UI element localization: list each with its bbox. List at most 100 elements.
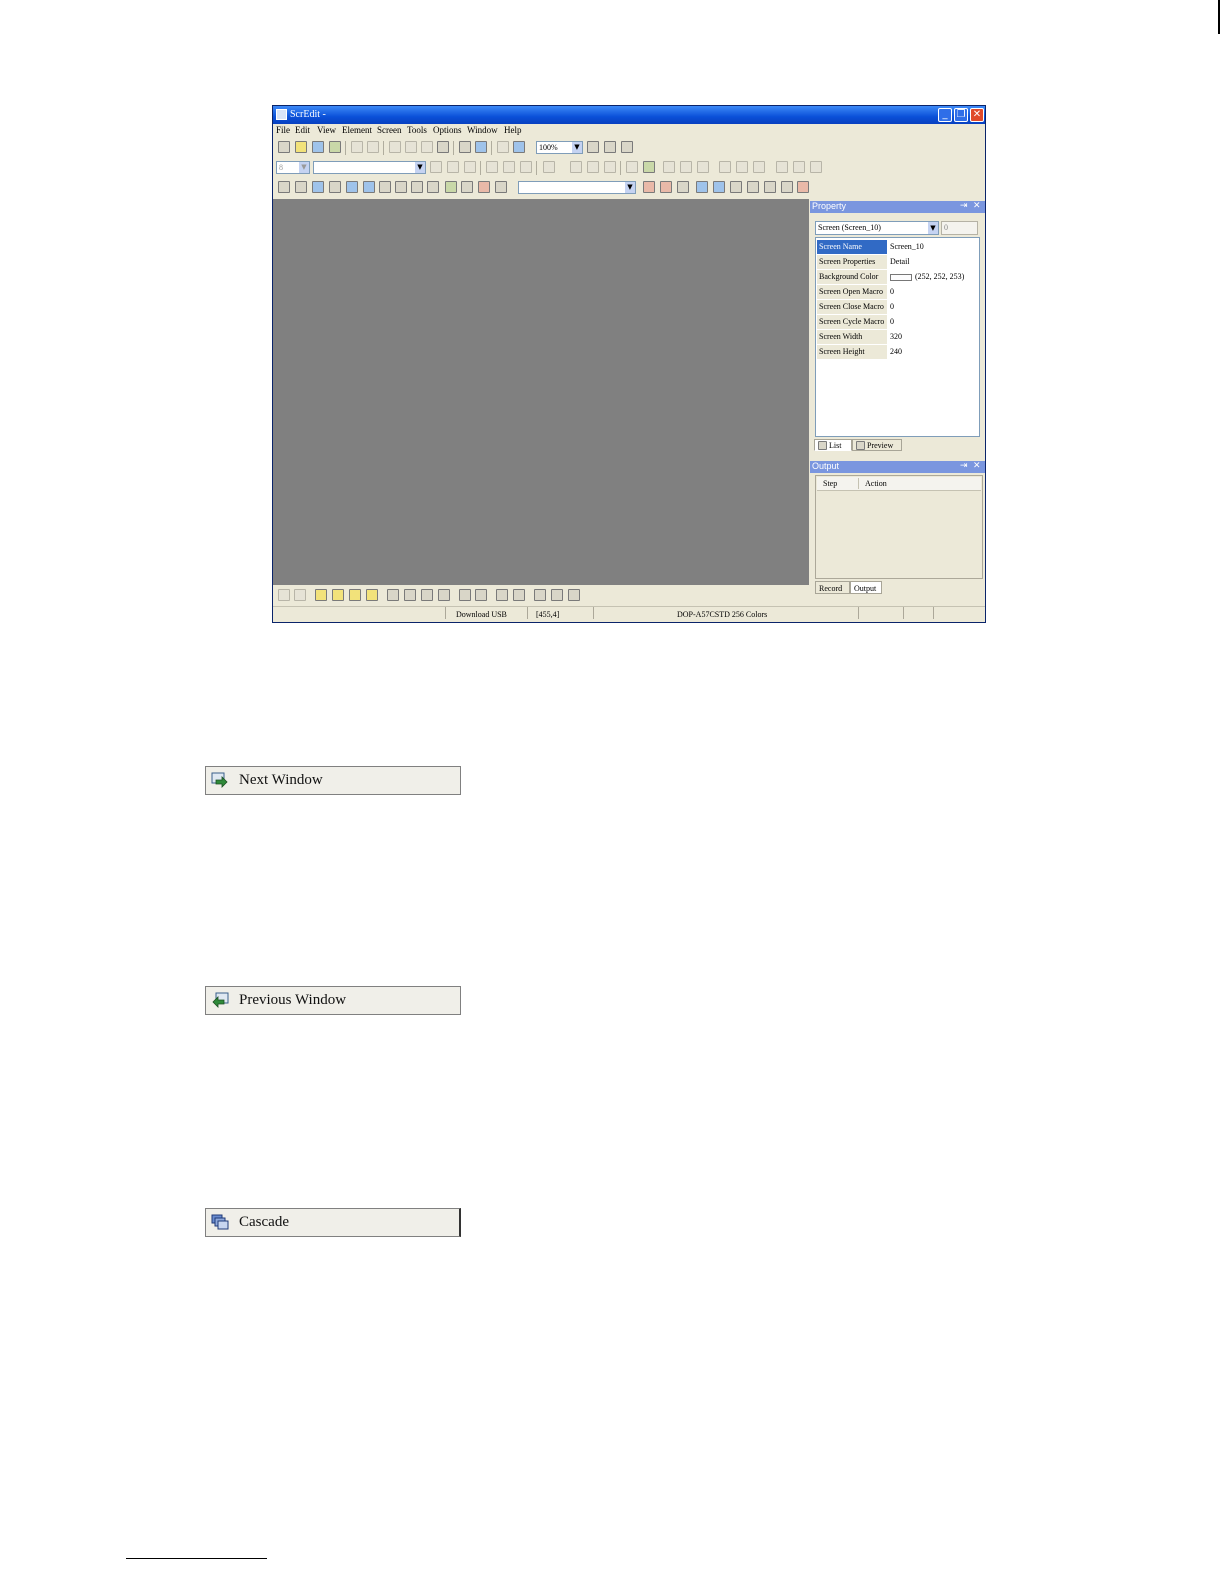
redo-icon[interactable] [367, 141, 379, 153]
simulation-icon[interactable] [797, 181, 809, 193]
menu-file[interactable]: File [276, 125, 290, 135]
upload-icon[interactable] [764, 181, 776, 193]
align-bottom-icon[interactable] [520, 161, 532, 173]
align-icon[interactable] [438, 589, 450, 601]
menu-help[interactable]: Help [504, 125, 522, 135]
layout-icon[interactable] [680, 161, 692, 173]
pen-icon[interactable] [626, 161, 638, 173]
drawing-element-icon[interactable] [478, 181, 490, 193]
menu-options[interactable]: Options [433, 125, 462, 135]
download-icon[interactable] [747, 181, 759, 193]
pipe-element-icon[interactable] [329, 181, 341, 193]
space-horizontal-icon[interactable] [496, 589, 508, 601]
screen-properties-icon[interactable] [475, 141, 487, 153]
input-element-icon[interactable] [411, 181, 423, 193]
tab-list[interactable]: List [814, 439, 852, 451]
bar-element-icon[interactable] [312, 181, 324, 193]
close-icon[interactable]: ✕ [973, 461, 981, 471]
previous-window-menu-item[interactable]: Previous Window [205, 986, 461, 1015]
property-row[interactable]: Screen Height 240 [817, 345, 979, 359]
open-file-icon[interactable] [295, 141, 307, 153]
pie-element-icon[interactable] [346, 181, 358, 193]
alarm-element-icon[interactable] [461, 181, 473, 193]
next-window-arrow-icon[interactable] [713, 181, 725, 193]
bold-icon[interactable] [570, 161, 582, 173]
zoom-out-icon[interactable] [604, 141, 616, 153]
new-file-icon[interactable] [278, 141, 290, 153]
align-middle-icon[interactable] [503, 161, 515, 173]
property-row[interactable]: Screen Open Macro 0 [817, 285, 979, 299]
property-row[interactable]: Screen Properties Detail [817, 255, 979, 269]
align-icon[interactable] [421, 589, 433, 601]
layout-icon[interactable] [793, 161, 805, 173]
menu-element[interactable]: Element [342, 125, 372, 135]
underline-icon[interactable] [604, 161, 616, 173]
align-top-icon[interactable] [486, 161, 498, 173]
cascade-menu-item[interactable]: Cascade [205, 1208, 461, 1237]
find-icon[interactable] [437, 141, 449, 153]
property-row[interactable]: Screen Cycle Macro 0 [817, 315, 979, 329]
layout-icon[interactable] [776, 161, 788, 173]
graphic-element-icon[interactable] [395, 181, 407, 193]
sampling-element-icon[interactable] [445, 181, 457, 193]
menu-view[interactable]: View [317, 125, 336, 135]
curve-element-icon[interactable] [427, 181, 439, 193]
center-icon[interactable] [475, 589, 487, 601]
italic-icon[interactable] [587, 161, 599, 173]
export-icon[interactable] [329, 141, 341, 153]
same-width-icon[interactable] [534, 589, 546, 601]
layout-icon[interactable] [663, 161, 675, 173]
tab-record[interactable]: Record [815, 581, 850, 594]
pin-icon[interactable]: ⇥ [960, 201, 968, 211]
next-window-menu-item[interactable]: Next Window [205, 766, 461, 795]
save-icon[interactable] [312, 141, 324, 153]
compile-icon[interactable] [513, 141, 525, 153]
group-icon[interactable] [278, 589, 290, 601]
column-step[interactable]: Step [823, 477, 837, 490]
copy-icon[interactable] [405, 141, 417, 153]
menu-screen[interactable]: Screen [377, 125, 402, 135]
space-vertical-icon[interactable] [513, 589, 525, 601]
ungroup-icon[interactable] [294, 589, 306, 601]
previous-window-arrow-icon[interactable] [696, 181, 708, 193]
property-row[interactable]: Screen Close Macro 0 [817, 300, 979, 314]
font-name-select[interactable]: ▼ [313, 161, 426, 174]
tag-icon[interactable] [643, 181, 655, 193]
restore-button[interactable]: ❐ [954, 108, 968, 122]
cut-icon[interactable] [389, 141, 401, 153]
minimize-button[interactable]: _ [938, 108, 952, 122]
font-color-icon[interactable] [543, 161, 555, 173]
window-icon[interactable] [781, 181, 793, 193]
keypad-element-icon[interactable] [495, 181, 507, 193]
pin-icon[interactable]: ⇥ [960, 461, 968, 471]
send-backward-icon[interactable] [366, 589, 378, 601]
align-center-icon[interactable] [447, 161, 459, 173]
calendar-icon[interactable] [730, 181, 742, 193]
tab-output[interactable]: Output [850, 581, 882, 594]
zoom-select[interactable]: 100% ▼ [536, 141, 583, 154]
center-icon[interactable] [459, 589, 471, 601]
close-button[interactable]: ✕ [970, 108, 984, 122]
layout-icon[interactable] [810, 161, 822, 173]
zoom-in-icon[interactable] [587, 141, 599, 153]
menu-edit[interactable]: Edit [295, 125, 310, 135]
meter-element-icon[interactable] [295, 181, 307, 193]
layout-icon[interactable] [697, 161, 709, 173]
display-element-icon[interactable] [379, 181, 391, 193]
column-action[interactable]: Action [865, 477, 887, 490]
layout-icon[interactable] [736, 161, 748, 173]
property-row[interactable]: Screen Width 320 [817, 330, 979, 344]
menu-window[interactable]: Window [467, 125, 498, 135]
bring-forward-icon[interactable] [349, 589, 361, 601]
font-size-select[interactable]: 8 ▼ [276, 161, 310, 174]
object-selector[interactable]: Screen (Screen_10) ▼ [815, 221, 939, 235]
same-height-icon[interactable] [551, 589, 563, 601]
send-to-back-icon[interactable] [332, 589, 344, 601]
print-icon[interactable] [497, 141, 509, 153]
indicator-element-icon[interactable] [363, 181, 375, 193]
screen-icon[interactable] [459, 141, 471, 153]
align-left-icon[interactable] [430, 161, 442, 173]
zoom-fit-icon[interactable] [621, 141, 633, 153]
same-size-icon[interactable] [568, 589, 580, 601]
index-spinner[interactable]: 0 [941, 221, 978, 235]
